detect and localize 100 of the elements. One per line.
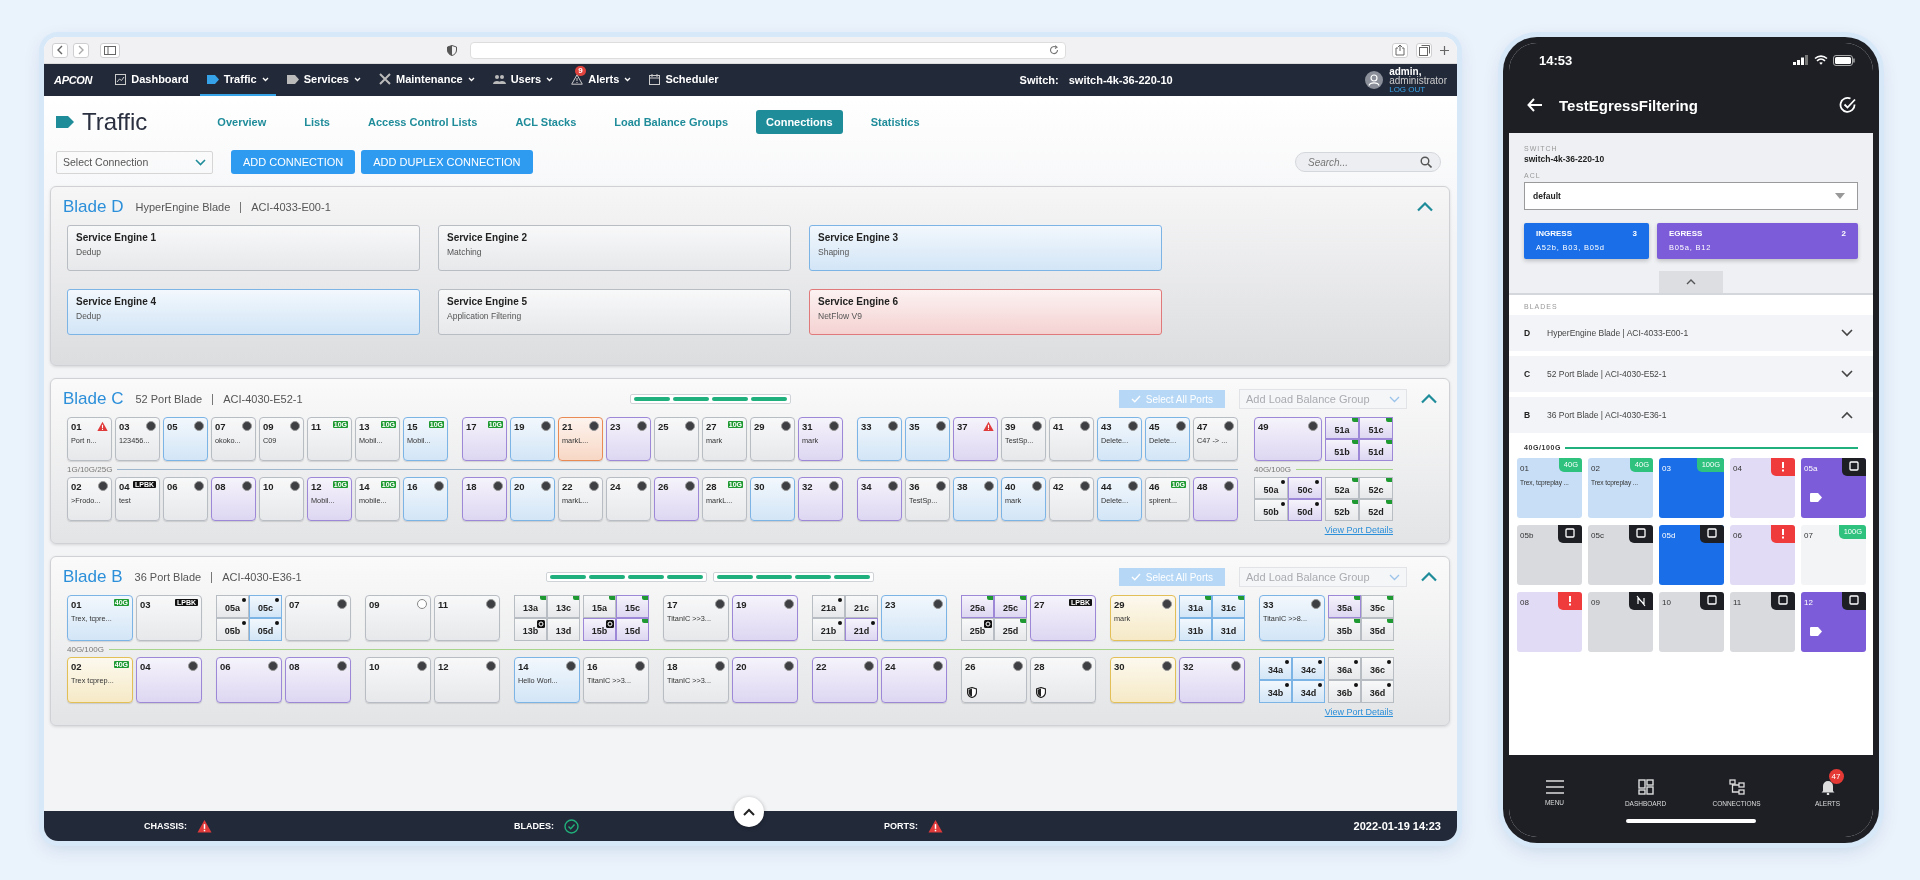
subport-tile[interactable]: 34c [1292, 657, 1325, 680]
checkbox-icon[interactable] [1700, 525, 1724, 543]
port-tile[interactable]: 26 [654, 477, 699, 521]
subport-tile[interactable]: 05d [249, 618, 282, 641]
port-tile[interactable]: 09 [365, 595, 431, 641]
subport-tile[interactable]: 25a [961, 595, 994, 618]
port-tile[interactable]: 35 [905, 417, 950, 461]
port-tile[interactable]: 28 [1030, 657, 1096, 703]
port-tile[interactable]: 08 [211, 477, 256, 521]
port-tile[interactable]: 48 [1193, 477, 1238, 521]
port-tile[interactable]: 10 [365, 657, 431, 703]
section-tab[interactable]: ACL Stacks [505, 110, 587, 134]
subport-tile[interactable]: 21a [812, 595, 845, 618]
tabs-button[interactable] [1416, 42, 1432, 58]
service-engine-card[interactable]: Service Engine 5 Application Filtering [438, 289, 791, 335]
section-tab[interactable]: Lists [294, 110, 340, 134]
plus-icon[interactable] [1440, 45, 1449, 55]
subport-tile[interactable]: 36b [1328, 680, 1361, 703]
reload-icon[interactable] [1049, 45, 1059, 55]
port-tile[interactable]: 22 [812, 657, 878, 703]
port-tile[interactable]: 11 [434, 595, 500, 641]
subport-tile[interactable]: 36a [1328, 657, 1361, 680]
port-tile[interactable]: 38 [953, 477, 998, 521]
subport-tile[interactable]: 50b [1254, 499, 1288, 521]
port-tile[interactable]: 37 [953, 417, 998, 461]
port-tile[interactable]: 32 [798, 477, 843, 521]
port-tile[interactable]: 16 [403, 477, 448, 521]
nav-menu-item[interactable]: Dashboard [108, 64, 196, 96]
port-tile[interactable]: 29 [750, 417, 795, 461]
chevron-up-icon[interactable] [1421, 394, 1437, 404]
port-tile[interactable]: 23 [606, 417, 651, 461]
port-tile[interactable]: 05c [1588, 525, 1653, 585]
port-tile[interactable]: 07 [285, 595, 351, 641]
share-button[interactable] [1392, 42, 1408, 58]
port-tile[interactable]: 04 [1730, 458, 1795, 518]
nav-menu-item[interactable]: Services [279, 64, 368, 96]
subport-tile[interactable]: 50d [1288, 499, 1322, 521]
port-tile[interactable]: 30 [1110, 657, 1176, 703]
search-field[interactable]: Search... [1295, 152, 1441, 172]
subport-tile[interactable]: 15a [583, 595, 616, 618]
subport-tile[interactable]: 31a [1179, 595, 1212, 618]
port-tile[interactable]: 26 [961, 657, 1027, 703]
subport-tile[interactable]: 05b [216, 618, 249, 641]
port-tile[interactable]: 06 [163, 477, 208, 521]
checkbox-icon[interactable] [1700, 592, 1724, 610]
subport-tile[interactable]: 35d [1361, 618, 1394, 641]
subport-tile[interactable]: 34a [1259, 657, 1292, 680]
subport-tile[interactable]: 50a [1254, 477, 1288, 499]
subport-tile[interactable]: 13a [514, 595, 547, 618]
port-tile[interactable]: 20 [732, 657, 798, 703]
port-tile[interactable]: 49 [1254, 417, 1322, 461]
port-tile[interactable]: 20 [510, 477, 555, 521]
subport-tile[interactable]: 15d [616, 618, 649, 641]
subport-tile[interactable]: 52a [1325, 477, 1359, 499]
avatar-icon[interactable] [1365, 71, 1384, 89]
connection-dropdown[interactable]: Select Connection [56, 150, 213, 174]
port-tile[interactable]: 42 [1049, 477, 1094, 521]
port-tile[interactable]: 05d [1659, 525, 1724, 585]
port-tile[interactable]: 41 [1049, 417, 1094, 461]
sidebar-button[interactable] [100, 42, 120, 58]
section-tab[interactable]: Access Control Lists [357, 110, 488, 134]
section-tab[interactable]: Load Balance Groups [604, 110, 738, 134]
blade-row[interactable]: D HyperEngine Blade | ACI-4033-E00-1 [1509, 315, 1873, 351]
port-tile[interactable]: 30 [750, 477, 795, 521]
port-tile[interactable]: 12 [434, 657, 500, 703]
expand-button[interactable] [734, 797, 764, 827]
port-tile[interactable]: 32 [1179, 657, 1245, 703]
port-tile[interactable]: 19 [732, 595, 798, 641]
subport-tile[interactable]: 36c [1361, 657, 1394, 680]
subport-tile[interactable]: 21c [845, 595, 878, 618]
checkbox-icon[interactable] [1771, 592, 1795, 610]
section-tab[interactable]: Connections [756, 110, 843, 134]
port-tile[interactable]: 04 [136, 657, 202, 703]
port-tile[interactable]: 25 [654, 417, 699, 461]
acl-dropdown[interactable]: default [1524, 182, 1858, 210]
port-tile[interactable]: 05b [1517, 525, 1582, 585]
port-tile[interactable]: 33 [857, 417, 902, 461]
port-tile[interactable]: 08 [285, 657, 351, 703]
port-tile[interactable]: 24 [881, 657, 947, 703]
subport-tile[interactable]: 35a [1328, 595, 1361, 618]
chevron-down-icon[interactable] [1841, 370, 1853, 378]
subport-tile[interactable]: 52b [1325, 499, 1359, 521]
nav-menu-item[interactable]: Scheduler [642, 64, 726, 96]
nav-menu-item[interactable]: Users [485, 64, 561, 96]
checkbox-icon[interactable] [1558, 525, 1582, 543]
subport-tile[interactable]: 31b [1179, 618, 1212, 641]
chevron-up-icon[interactable] [1841, 411, 1853, 419]
section-tab[interactable]: Overview [207, 110, 277, 134]
subport-tile[interactable]: 13c [547, 595, 580, 618]
subport-tile[interactable]: 52c [1359, 477, 1393, 499]
subport-tile[interactable]: 25c [994, 595, 1027, 618]
subport-tile[interactable]: 25b [961, 618, 994, 641]
subport-tile[interactable]: 25d [994, 618, 1027, 641]
subport-tile[interactable]: 21d [845, 618, 878, 641]
subport-tile[interactable]: 35b [1328, 618, 1361, 641]
port-tile[interactable]: 10 [259, 477, 304, 521]
service-engine-card[interactable]: Service Engine 1 Dedup [67, 225, 420, 271]
subport-tile[interactable]: 36d [1361, 680, 1394, 703]
subport-tile[interactable]: 51a [1325, 417, 1359, 439]
blade-row[interactable]: B 36 Port Blade | ACI-4030-E36-1 [1509, 397, 1873, 433]
